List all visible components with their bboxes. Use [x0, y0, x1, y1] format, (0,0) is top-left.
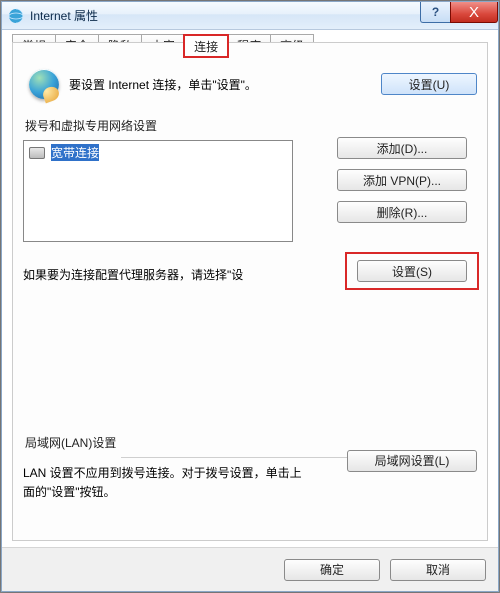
connection-name: 宽带连接: [51, 144, 99, 161]
connections-listbox[interactable]: 宽带连接: [23, 140, 293, 242]
titlebar: Internet 属性 ? X: [2, 2, 498, 30]
internet-options-icon: [8, 8, 24, 24]
setup-intro-row: 要设置 Internet 连接，单击"设置"。 设置(U): [29, 69, 477, 99]
proxy-row: 如果要为连接配置代理服务器，请选择"设 设置(S): [23, 260, 477, 283]
lan-text: LAN 设置不应用到拨号连接。对于拨号设置，单击上面的"设置"按钮。: [23, 464, 303, 502]
globe-icon: [29, 69, 59, 99]
modem-icon: [29, 147, 45, 159]
lan-group: 局域网(LAN)设置 LAN 设置不应用到拨号连接。对于拨号设置，单击上面的"设…: [23, 430, 477, 532]
setup-button[interactable]: 设置(U): [381, 73, 477, 95]
proxy-settings-highlight: 设置(S): [347, 254, 477, 288]
ok-button[interactable]: 确定: [284, 559, 380, 581]
dialog-footer: 确定 取消: [2, 547, 498, 591]
add-connection-button[interactable]: 添加(D)...: [337, 137, 467, 159]
dialog-window: Internet 属性 ? X 常规 安全 隐私 内容 连接 程序 高级 要设置…: [1, 1, 499, 592]
dialup-group: 拨号和虚拟专用网络设置 宽带连接 添加(D)... 添加 VPN(P)... 删…: [23, 117, 477, 242]
lan-group-label: 局域网(LAN)设置: [25, 434, 477, 451]
tab-panel-connections: 要设置 Internet 连接，单击"设置"。 设置(U) 拨号和虚拟专用网络设…: [12, 42, 488, 541]
proxy-settings-button[interactable]: 设置(S): [357, 260, 467, 282]
proxy-text: 如果要为连接配置代理服务器，请选择"设: [23, 260, 243, 283]
cancel-button[interactable]: 取消: [390, 559, 486, 581]
window-controls: ? X: [420, 2, 498, 23]
window-title: Internet 属性: [30, 7, 98, 24]
dialup-buttons: 添加(D)... 添加 VPN(P)... 删除(R)...: [337, 137, 467, 223]
setup-intro-text: 要设置 Internet 连接，单击"设置"。: [69, 76, 371, 93]
help-button[interactable]: ?: [420, 2, 450, 23]
dialup-group-label: 拨号和虚拟专用网络设置: [25, 117, 477, 134]
tab-connections[interactable]: 连接: [184, 35, 228, 57]
lan-settings-button[interactable]: 局域网设置(L): [347, 450, 477, 472]
connection-item[interactable]: 宽带连接: [26, 143, 290, 162]
close-button[interactable]: X: [450, 2, 498, 23]
add-vpn-button[interactable]: 添加 VPN(P)...: [337, 169, 467, 191]
remove-connection-button[interactable]: 删除(R)...: [337, 201, 467, 223]
